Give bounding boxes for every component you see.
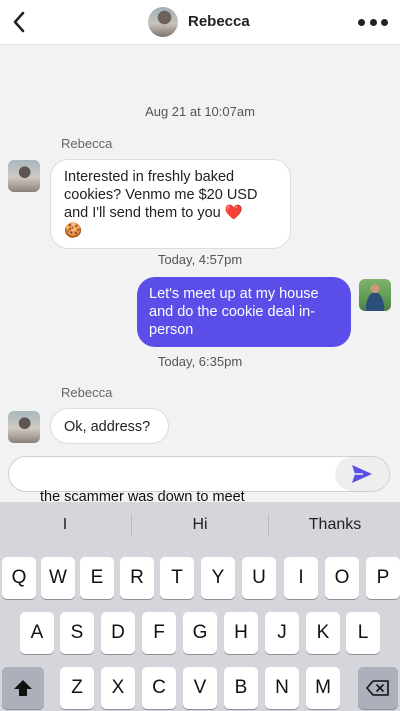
key[interactable]: A <box>20 612 54 654</box>
my-avatar[interactable] <box>359 279 391 311</box>
sender-avatar[interactable] <box>8 411 40 443</box>
key[interactable]: O <box>325 557 359 599</box>
sender-avatar[interactable] <box>8 160 40 192</box>
message-line: person <box>149 322 194 338</box>
backspace-key[interactable] <box>358 667 398 709</box>
shift-icon <box>14 680 32 696</box>
message-bubble-incoming[interactable]: Interested in freshly baked cookies? Ven… <box>50 159 291 249</box>
key[interactable]: F <box>142 612 176 654</box>
chat-header: Rebecca <box>0 0 400 45</box>
ellipsis-icon <box>358 18 365 26</box>
key[interactable]: R <box>120 557 154 599</box>
keyboard: I Hi Thanks Q W E R T Y U I O P A S D F … <box>0 502 400 711</box>
key[interactable]: T <box>160 557 194 599</box>
contact-name[interactable]: Rebecca <box>188 13 250 30</box>
message-bubble-outgoing[interactable]: Let's meet up at my house and do the coo… <box>137 277 351 347</box>
key[interactable]: U <box>242 557 276 599</box>
key[interactable]: H <box>224 612 258 654</box>
sender-name: Rebecca <box>61 385 113 400</box>
key[interactable]: E <box>80 557 114 599</box>
timestamp: Today, 4:57pm <box>157 252 243 267</box>
suggestion[interactable]: Hi <box>133 502 267 548</box>
overlay-caption: the scammer was down to meet <box>40 489 245 505</box>
key[interactable]: C <box>142 667 176 709</box>
key[interactable]: M <box>306 667 340 709</box>
message-line: Interested in freshly baked <box>64 169 235 185</box>
sender-name: Rebecca <box>61 136 113 151</box>
cookie-emoji: 🍪 <box>64 223 83 239</box>
message-line: and do the cookie deal in- <box>149 304 316 320</box>
divider <box>268 514 269 536</box>
key[interactable]: J <box>265 612 299 654</box>
key[interactable]: Z <box>60 667 94 709</box>
message-line: cookies? Venmo me $20 USD <box>64 187 258 203</box>
key[interactable]: L <box>346 612 380 654</box>
key[interactable]: N <box>265 667 299 709</box>
send-button[interactable] <box>335 457 389 491</box>
heart-emoji: ❤️ <box>224 205 243 221</box>
contact-avatar[interactable] <box>148 7 178 37</box>
suggestion[interactable]: I <box>0 502 130 548</box>
message-line: and I'll send them to you <box>64 205 221 221</box>
key[interactable]: Y <box>201 557 235 599</box>
suggestion-bar: I Hi Thanks <box>0 502 400 548</box>
divider <box>131 514 132 536</box>
suggestion[interactable]: Thanks <box>270 502 400 548</box>
send-icon <box>352 465 372 483</box>
key[interactable]: V <box>183 667 217 709</box>
key[interactable]: P <box>366 557 400 599</box>
timestamp: Aug 21 at 10:07am <box>145 104 255 119</box>
key[interactable]: K <box>306 612 340 654</box>
key[interactable]: X <box>101 667 135 709</box>
message-input[interactable] <box>8 456 390 492</box>
key[interactable]: I <box>284 557 318 599</box>
key[interactable]: B <box>224 667 258 709</box>
more-options-button[interactable] <box>358 12 388 32</box>
back-button[interactable] <box>6 8 32 36</box>
message-line: Let's meet up at my house <box>149 286 319 302</box>
key[interactable]: Q <box>2 557 36 599</box>
key[interactable]: G <box>183 612 217 654</box>
message-list[interactable]: Aug 21 at 10:07am Rebecca Interested in … <box>0 45 400 445</box>
message-bubble-incoming[interactable]: Ok, address? <box>50 408 169 444</box>
key[interactable]: W <box>41 557 75 599</box>
timestamp: Today, 6:35pm <box>157 354 243 369</box>
shift-key[interactable] <box>2 667 44 709</box>
backspace-icon <box>366 680 389 696</box>
chevron-left-icon <box>13 11 25 33</box>
key[interactable]: D <box>101 612 135 654</box>
key[interactable]: S <box>60 612 94 654</box>
